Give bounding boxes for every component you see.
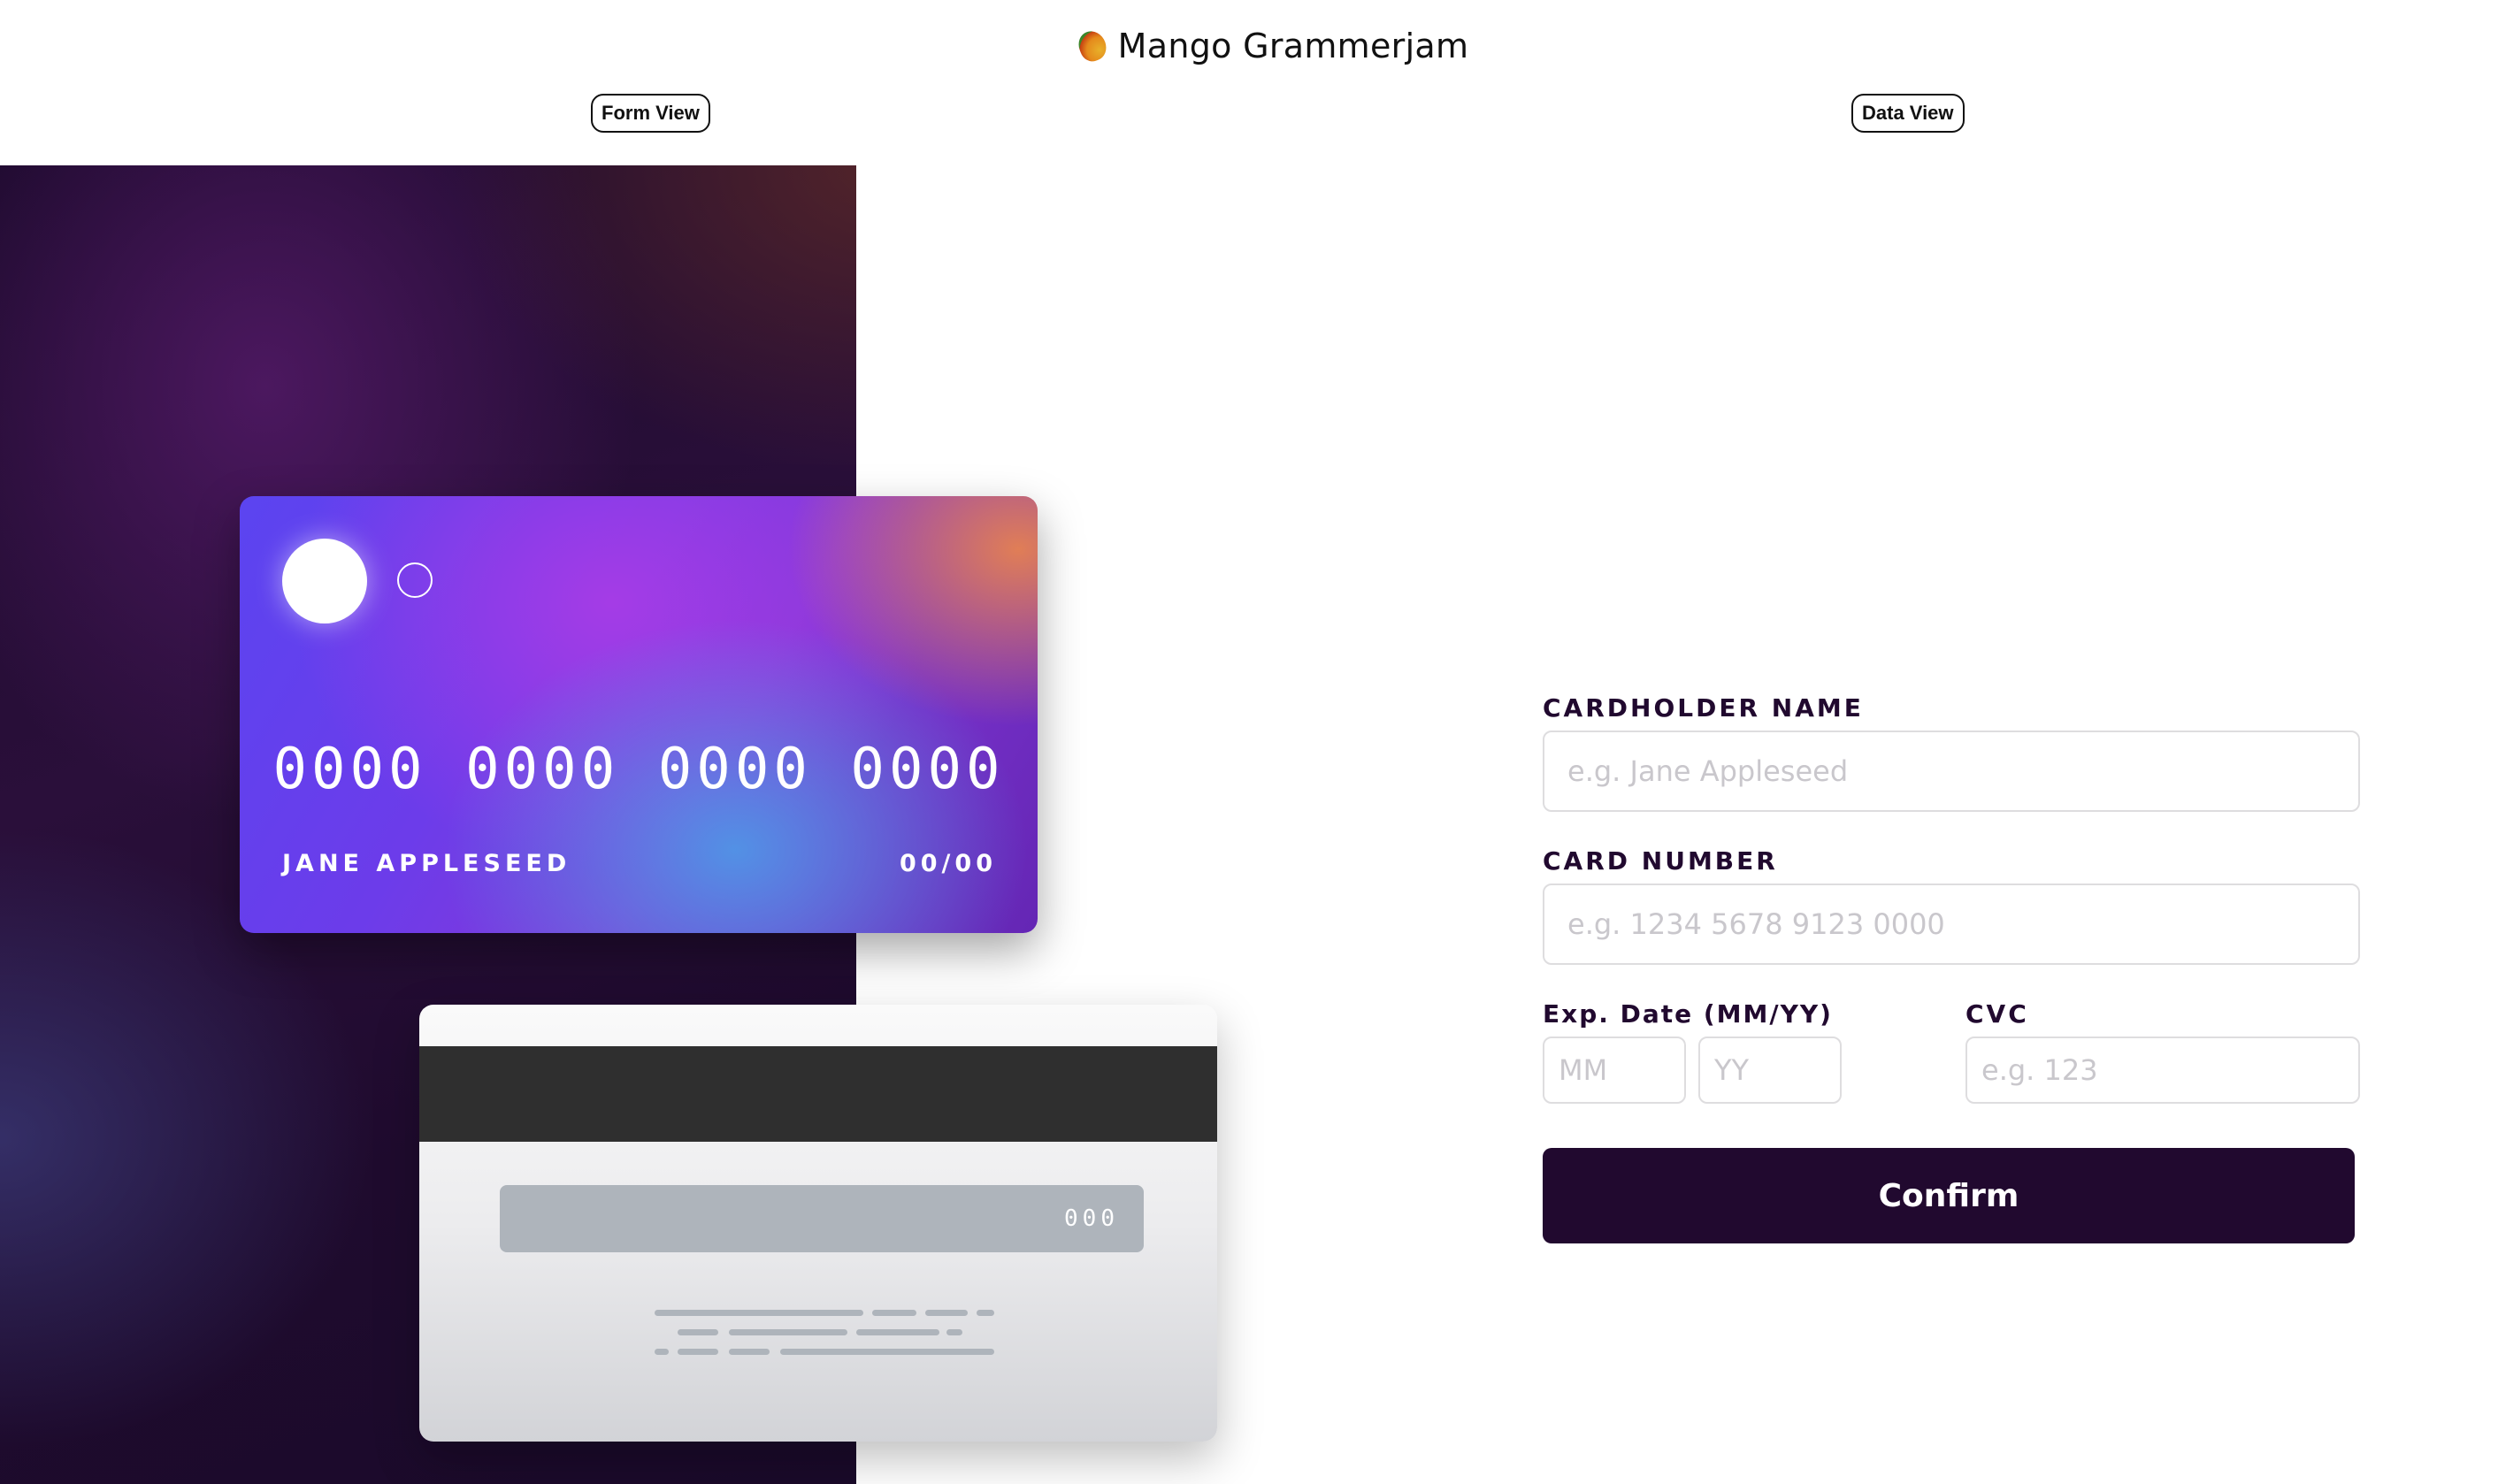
form-view-button[interactable]: Form View — [591, 94, 710, 133]
mango-icon — [1074, 27, 1110, 65]
app-title: Mango Grammerjam — [0, 27, 2498, 65]
card-logo-circle-large — [282, 539, 367, 623]
cardholder-name-label: CARDHOLDER NAME — [1543, 693, 1864, 723]
card-back: 000 — [419, 1005, 1217, 1442]
data-view-button[interactable]: Data View — [1851, 94, 1965, 133]
exp-year-input[interactable] — [1698, 1037, 1842, 1104]
cardholder-name-input[interactable] — [1543, 731, 2360, 812]
card-holder-display: JANE APPLESEED — [282, 850, 571, 877]
confirm-button[interactable]: Confirm — [1543, 1148, 2355, 1243]
cvc-label: CVC — [1965, 999, 2029, 1029]
card-expiry-display: 00/00 — [899, 850, 997, 877]
app-title-text: Mango Grammerjam — [1117, 27, 1469, 65]
card-number-input[interactable] — [1543, 884, 2360, 965]
exp-month-input[interactable] — [1543, 1037, 1686, 1104]
card-number-display: 0000 0000 0000 0000 — [272, 737, 1005, 802]
card-fine-print — [419, 1005, 1217, 1442]
exp-date-label: Exp. Date (MM/YY) — [1543, 999, 1833, 1029]
card-logo-circle-small — [397, 562, 433, 598]
card-front: 0000 0000 0000 0000 JANE APPLESEED 00/00 — [240, 496, 1038, 933]
card-number-label: CARD NUMBER — [1543, 846, 1778, 876]
cvc-input[interactable] — [1965, 1037, 2360, 1104]
